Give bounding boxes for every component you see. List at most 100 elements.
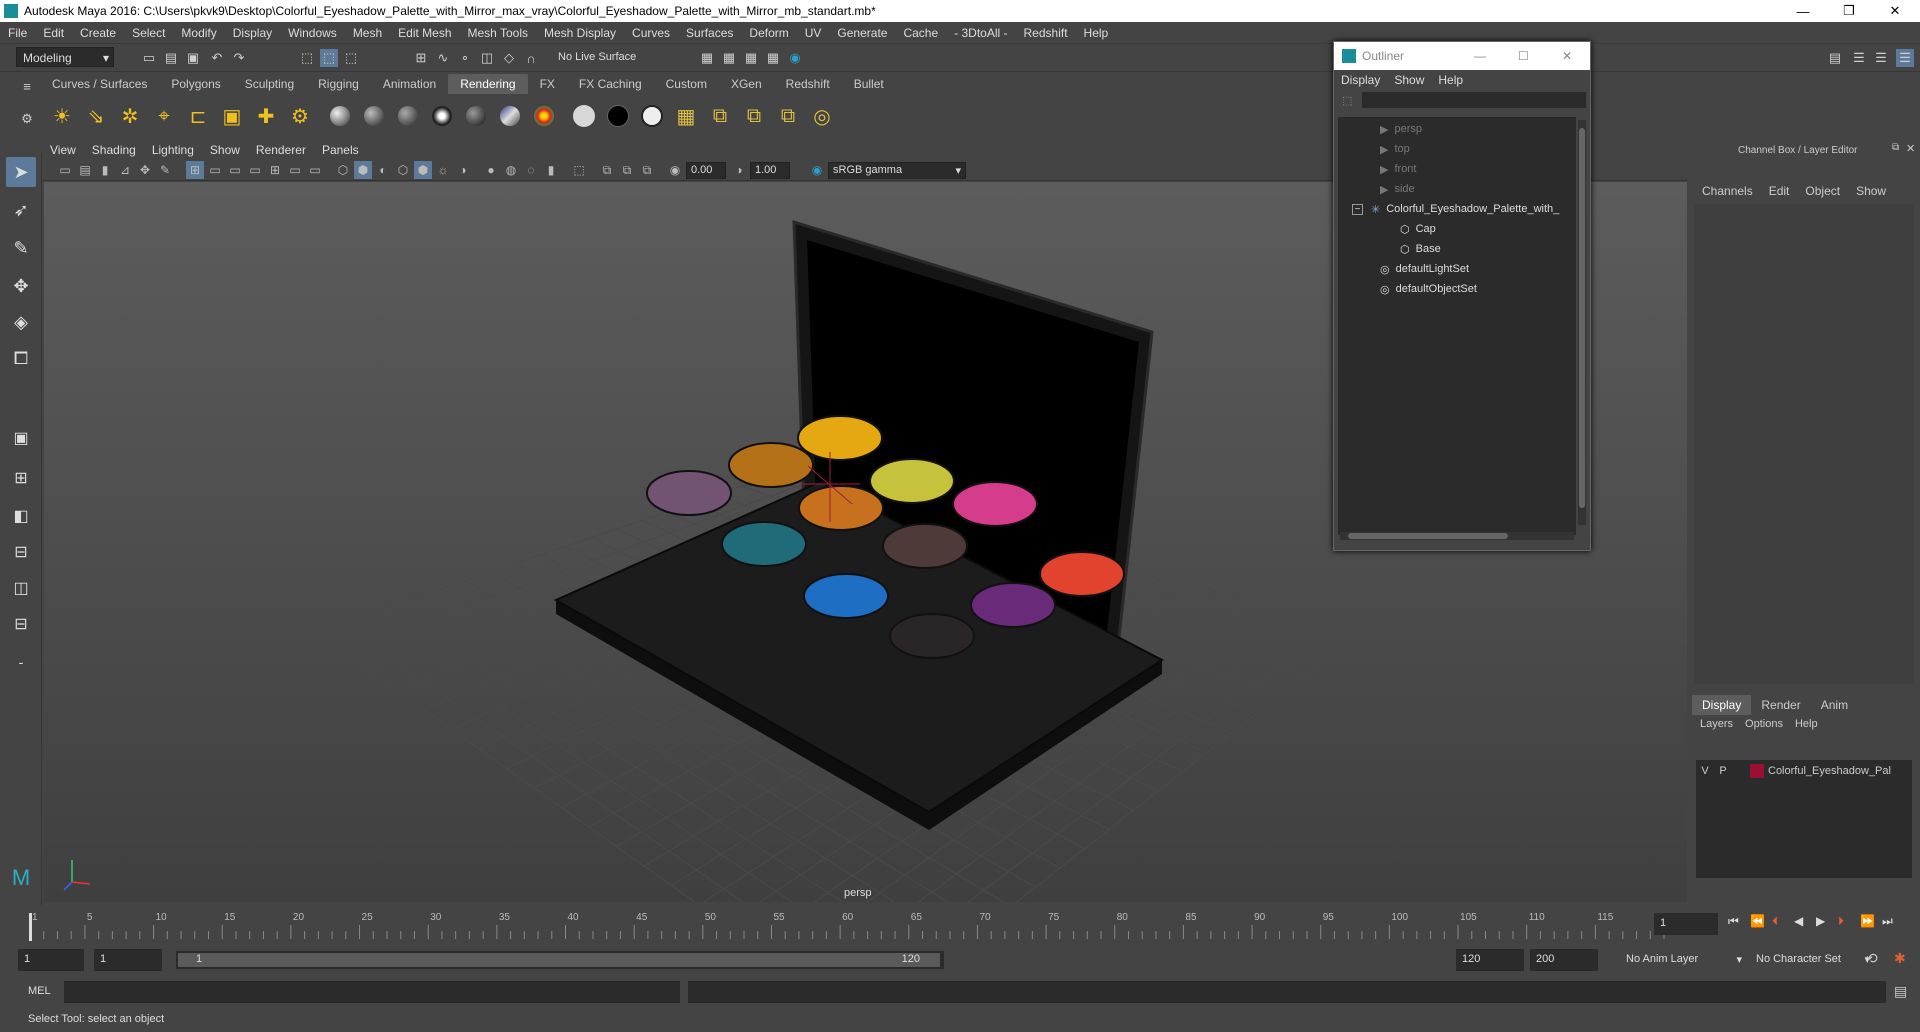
hypershade-shelf-icon[interactable]: ◎ <box>808 102 836 130</box>
outliner-item-base[interactable]: ⬡ Base <box>1400 239 1441 259</box>
resolution-gate-icon[interactable]: ▭ <box>226 161 244 179</box>
menu-curves[interactable]: Curves <box>624 26 678 40</box>
render-view-icon[interactable]: ▦ <box>720 49 738 67</box>
open-scene-icon[interactable]: ▤ <box>162 49 180 67</box>
minimize-button[interactable]: — <box>1780 0 1826 22</box>
range-bar[interactable]: 1 120 <box>176 951 944 969</box>
outliner-item-persp[interactable]: ▶ persp <box>1380 119 1422 139</box>
close-button[interactable]: ✕ <box>1872 0 1918 22</box>
menu-file[interactable]: File <box>0 26 35 40</box>
character-set-dropdown[interactable]: No Character Set ▾ <box>1750 950 1872 968</box>
anim-layer-dropdown[interactable]: No Anim Layer ▾ <box>1620 950 1744 968</box>
wireframe-icon[interactable]: ⬡ <box>334 161 352 179</box>
tab-fx-caching[interactable]: FX Caching <box>567 74 654 94</box>
channel-box-close-icon[interactable]: ✕ <box>1906 142 1915 155</box>
menu-cache[interactable]: Cache <box>895 26 946 40</box>
select-object-icon[interactable]: ⬚ <box>320 49 338 67</box>
outliner-filter-icon[interactable]: ⬚ <box>1342 94 1352 107</box>
smooth-shade-icon[interactable]: ⬢ <box>354 161 372 179</box>
2d-pan-icon[interactable]: ✥ <box>136 161 154 179</box>
cb-menu-channels[interactable]: Channels <box>1694 184 1761 198</box>
layout-more-icon[interactable]: - <box>6 647 36 677</box>
layer-color-swatch[interactable] <box>1750 764 1764 778</box>
volume-light-icon[interactable]: ▣ <box>218 102 246 130</box>
field-chart-icon[interactable]: ⊞ <box>266 161 284 179</box>
layer-tab-anim[interactable]: Anim <box>1811 695 1858 715</box>
bookmark-icon[interactable]: ▮ <box>96 161 114 179</box>
save-scene-icon[interactable]: ▣ <box>184 49 202 67</box>
outliner-item-front[interactable]: ▶ front <box>1380 159 1416 179</box>
xray-icon[interactable]: ⧉ <box>598 161 616 179</box>
vp-menu-show[interactable]: Show <box>202 143 248 157</box>
go-to-end-icon[interactable]: ⏭ <box>1882 914 1904 929</box>
outliner-minimize-button[interactable]: — <box>1474 49 1486 63</box>
color-space-dropdown[interactable]: sRGB gamma ▾ <box>828 162 966 179</box>
directional-light-icon[interactable]: ⇘ <box>82 102 110 130</box>
command-input[interactable] <box>64 981 680 1003</box>
layer-menu-help[interactable]: Help <box>1789 718 1824 730</box>
gamma-field[interactable]: 1.00 <box>750 162 790 179</box>
menu-generate[interactable]: Generate <box>829 26 895 40</box>
layout-stack-icon[interactable]: ◫ <box>6 573 36 603</box>
render-sequence-icon[interactable]: ⧉ <box>706 102 734 130</box>
menu-3dtoall[interactable]: - 3DtoAll - <box>946 26 1015 40</box>
exposure-icon[interactable]: ◉ <box>666 161 684 179</box>
range-handle[interactable]: 1 120 <box>178 953 940 967</box>
layer-playback-toggle[interactable]: P <box>1714 765 1732 777</box>
move-tool-icon[interactable]: ✥ <box>6 271 36 301</box>
area-light-icon[interactable]: ⊏ <box>184 102 212 130</box>
tab-rigging[interactable]: Rigging <box>306 74 371 94</box>
time-slider[interactable]: 1 5 10 15 20 25 30 35 40 45 50 55 60 65 70 75 80 85 90 95 10… <box>0 905 1920 943</box>
depth-of-field-icon[interactable]: ◌ <box>522 161 540 179</box>
tab-rendering[interactable]: Rendering <box>448 73 528 94</box>
step-back-frame-icon[interactable]: ⏴ <box>1772 914 1794 929</box>
gate-mask-icon[interactable]: ▭ <box>246 161 264 179</box>
hud-icon[interactable]: ▮ <box>542 161 560 179</box>
outliner-menu-show[interactable]: Show <box>1387 73 1431 87</box>
layer-row[interactable]: V P Colorful_Eyeshadow_Pal <box>1696 762 1912 780</box>
workspace-icon[interactable]: ▤ <box>1826 49 1844 67</box>
menu-windows[interactable]: Windows <box>280 26 345 40</box>
ramp-ball-icon[interactable] <box>496 102 524 130</box>
start-time-field[interactable]: 1 <box>18 949 84 971</box>
ipr-render-icon[interactable]: ▦ <box>742 49 760 67</box>
snap-view-icon[interactable]: ◫ <box>478 49 496 67</box>
menu-help[interactable]: Help <box>1076 26 1117 40</box>
camera-select-icon[interactable]: ▭ <box>56 161 74 179</box>
playback-end-field[interactable]: 120 <box>1456 949 1524 971</box>
attribute-editor-icon[interactable]: ☰ <box>1850 49 1868 67</box>
script-editor-icon[interactable]: ▤ <box>1894 983 1907 1000</box>
surface-ball-icon[interactable] <box>428 102 456 130</box>
menu-create[interactable]: Create <box>72 26 124 40</box>
outliner-item-palette-group[interactable]: − ✳ Colorful_Eyeshadow_Palette_with_ <box>1352 199 1559 219</box>
tab-curves-surfaces[interactable]: Curves / Surfaces <box>40 74 159 94</box>
tool-settings-icon[interactable]: ☰ <box>1872 49 1890 67</box>
layer-name[interactable]: Colorful_Eyeshadow_Pal <box>1768 765 1891 777</box>
color-management-icon[interactable]: ◉ <box>808 161 826 179</box>
shadows-icon[interactable]: ☼ <box>434 161 452 179</box>
layer-tab-display[interactable]: Display <box>1692 695 1752 715</box>
menu-redshift[interactable]: Redshift <box>1016 26 1076 40</box>
render-settings-icon[interactable]: ▦ <box>764 49 782 67</box>
camera-create-icon[interactable]: ✚ <box>252 102 280 130</box>
tab-xgen[interactable]: XGen <box>719 74 774 94</box>
point-light-icon[interactable]: ✲ <box>116 102 144 130</box>
film-gate-icon[interactable]: ▭ <box>206 161 224 179</box>
motion-blur-icon[interactable]: ● <box>482 161 500 179</box>
layout-side-icon[interactable]: ◧ <box>6 501 36 531</box>
lasso-tool-icon[interactable]: ➶ <box>6 195 36 225</box>
xray-active-icon[interactable]: ⧉ <box>638 161 656 179</box>
outliner-close-button[interactable]: ✕ <box>1562 49 1572 63</box>
outliner-item-top[interactable]: ▶ top <box>1380 139 1410 159</box>
textured-icon[interactable]: ⬡ <box>394 161 412 179</box>
menu-select[interactable]: Select <box>124 26 173 40</box>
layer-menu-options[interactable]: Options <box>1739 718 1789 730</box>
lambert-ball-icon[interactable] <box>360 102 388 130</box>
batch-render-icon[interactable]: ⧉ <box>740 102 768 130</box>
image-plane-icon[interactable]: ⊿ <box>116 161 134 179</box>
snap-point-icon[interactable]: ∘ <box>456 49 474 67</box>
outliner-menu-help[interactable]: Help <box>1431 73 1470 87</box>
step-forward-key-icon[interactable]: ⏩ <box>1860 914 1882 929</box>
go-to-start-icon[interactable]: ⏮ <box>1728 914 1750 929</box>
outliner-search-input[interactable] <box>1362 92 1586 108</box>
